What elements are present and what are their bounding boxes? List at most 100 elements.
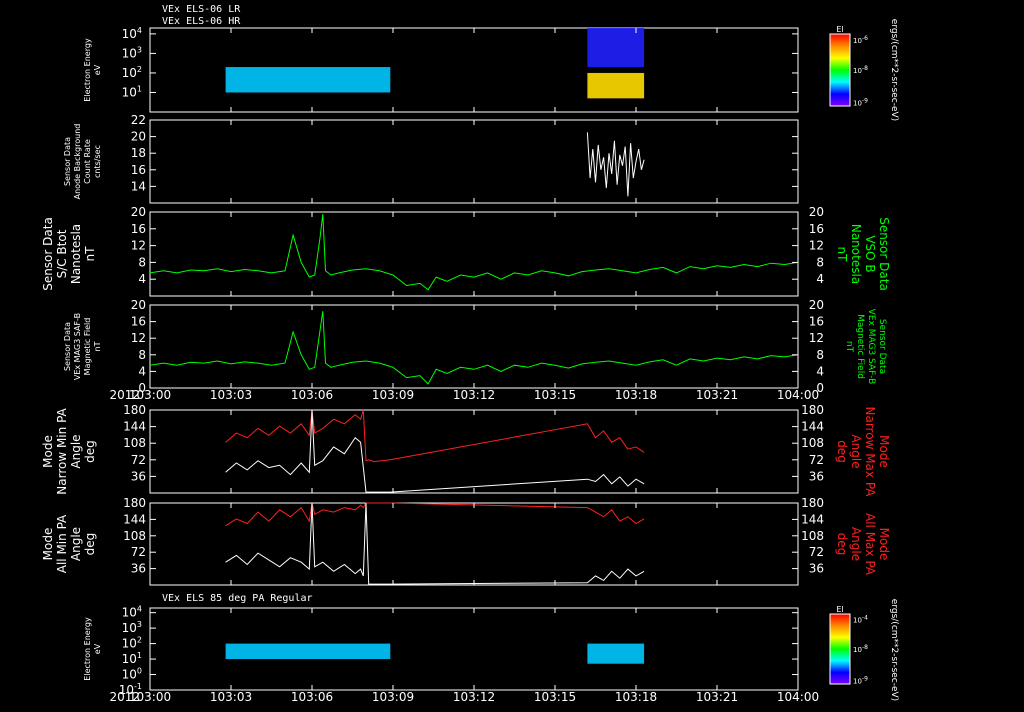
y-tick-label: 104 xyxy=(122,26,142,41)
panel-5: 36 3672 72108 108144 144180 180Mode Narrow Min… xyxy=(41,403,891,497)
time-tick-label: 103:09 xyxy=(372,690,414,704)
y-tick-label: 16 xyxy=(131,222,146,236)
y-axis-label-line: Mode xyxy=(41,435,55,468)
y-tick-label: 144 xyxy=(123,512,146,526)
figure-svg: VEx ELS-06 LR VEx ELS-06 HR VEx ELS 85 d… xyxy=(41,4,899,704)
y-axis-label-line: Anode Background xyxy=(73,124,82,200)
y-axis-label-line: Count Rate xyxy=(83,139,92,184)
colorbar-tick-label: 10-8 xyxy=(853,644,868,654)
panel-4: 0 04 48 812 1216 1620 20Sensor Data VEx MAG3 SA… xyxy=(63,298,887,395)
colorbar-tick-label: 10-9 xyxy=(853,676,868,686)
header-line-2: VEx ELS-06 HR xyxy=(162,16,241,27)
time-tick-label: 103:09 xyxy=(372,388,414,402)
y-tick-label: 103 xyxy=(122,45,142,60)
y-axis-label-line: Electron Energy xyxy=(83,38,92,102)
panel-frame xyxy=(149,304,799,389)
time-tick-label: 103:15 xyxy=(534,690,576,704)
spectrogram-block xyxy=(587,643,645,664)
y-axis-label-line: Angle xyxy=(69,434,83,468)
y-tick-label-right: 144 xyxy=(801,512,824,526)
right-axis-label-line: nT xyxy=(844,341,854,353)
right-axis-label-line: Nanotesla xyxy=(849,224,863,284)
y-tick-label: 18 xyxy=(131,146,146,160)
time-tick-label: 103:12 xyxy=(453,388,495,402)
colorbar-tick-label: 10-9 xyxy=(853,97,868,107)
colorbar-title: El xyxy=(836,605,843,614)
y-tick-label: 8 xyxy=(138,348,146,362)
right-axis-label-line: Sensor Data xyxy=(877,217,891,291)
colorbar-title: El xyxy=(836,25,843,34)
y-tick-label: 14 xyxy=(131,179,146,193)
y-tick-label: 4 xyxy=(138,364,146,378)
right-axis-label-line: Mode xyxy=(877,435,891,468)
y-tick-label: 4 xyxy=(138,272,146,286)
time-tick-label: 103:18 xyxy=(615,690,657,704)
y-tick-label-right: 108 xyxy=(801,529,824,543)
y-tick-label: 104 xyxy=(122,605,142,620)
y-axis-label-line: Angle xyxy=(69,527,83,561)
time-tick-label: 103:06 xyxy=(291,690,333,704)
colorbar-tick-label: 10-4 xyxy=(853,615,868,625)
time-tick-label: 104:00 xyxy=(777,690,819,704)
series-line-1 xyxy=(586,132,645,197)
y-tick-label: 20 xyxy=(131,205,146,219)
y-tick-label: 180 xyxy=(123,496,146,510)
time-tick-label: 103:21 xyxy=(696,690,738,704)
y-tick-label-right: 180 xyxy=(801,496,824,510)
y-tick-label: 108 xyxy=(123,529,146,543)
series-line-1 xyxy=(149,311,799,385)
right-axis-label-line: Narrow Max PA xyxy=(863,407,877,498)
time-tick-label: 103:21 xyxy=(696,388,738,402)
series-line-1 xyxy=(149,214,799,291)
y-tick-label-right: 8 xyxy=(816,255,824,269)
colorbar xyxy=(829,613,851,685)
right-axis-label-line: Angle xyxy=(849,527,863,561)
y-tick-label-right: 180 xyxy=(801,403,824,417)
y-tick-label: 16 xyxy=(131,315,146,329)
panel-7-title: VEx ELS 85 deg PA Regular xyxy=(162,593,313,604)
right-axis-label-line: Sensor Data xyxy=(877,319,887,374)
right-axis-label-line: Angle xyxy=(849,434,863,468)
y-tick-label: 20 xyxy=(131,298,146,312)
time-axis-7: 2012103:00 103:03 103:06 103:09 103:12 103:15… xyxy=(109,690,819,704)
y-tick-label-right: 8 xyxy=(816,348,824,362)
y-tick-label-right: 12 xyxy=(809,331,824,345)
y-tick-label: 72 xyxy=(131,453,146,467)
y-axis-label-line: deg xyxy=(83,440,97,463)
panel-2: 14 16 18 20 22 Sensor Data Anode Background Cou… xyxy=(63,113,799,204)
header-line-1: VEx ELS-06 LR xyxy=(162,4,241,15)
y-tick-label: 72 xyxy=(131,545,146,559)
panel-7: 10-1100101102103104Electron Energy eVEl10… xyxy=(83,599,899,701)
y-tick-label: 101 xyxy=(122,84,142,99)
right-axis-label-line: All Max PA xyxy=(863,513,877,576)
right-axis-label-line: nT xyxy=(835,247,849,263)
y-axis-label-line: S/C Btot xyxy=(55,229,69,278)
y-tick-label-right: 36 xyxy=(809,469,824,483)
y-tick-label-right: 4 xyxy=(816,272,824,286)
y-tick-label: 12 xyxy=(131,331,146,345)
spectrogram-block xyxy=(587,28,645,68)
y-tick-label: 8 xyxy=(138,255,146,269)
time-tick-label: 103:12 xyxy=(453,690,495,704)
colorbar-tick-label: 10-6 xyxy=(853,35,868,45)
panel-frame xyxy=(149,409,799,494)
y-tick-label-right: 16 xyxy=(809,222,824,236)
figure: VEx ELS-06 LR VEx ELS-06 HR VEx ELS 85 d… xyxy=(0,0,1024,708)
y-tick-label-right: 72 xyxy=(809,453,824,467)
series-line-2 xyxy=(225,409,645,493)
panel-frame xyxy=(149,211,799,297)
right-axis-label-line: deg xyxy=(835,440,849,463)
y-tick-label-right: 144 xyxy=(801,420,824,434)
series-line-1 xyxy=(225,409,645,463)
y-axis-label-line: Sensor Data xyxy=(63,322,72,371)
y-tick-label: 102 xyxy=(122,636,142,651)
y-tick-label-right: 72 xyxy=(809,545,824,559)
colorbar xyxy=(829,33,851,107)
y-axis-label-line: All Min PA xyxy=(55,514,69,573)
time-tick-label: 104:00 xyxy=(777,388,819,402)
y-axis-label-line: Mode xyxy=(41,528,55,561)
right-axis-label-line: VEx MAG3 SAF-B xyxy=(866,309,876,385)
right-axis-label-line: Mode xyxy=(877,528,891,561)
y-tick-label: 144 xyxy=(123,420,146,434)
y-tick-label-right: 20 xyxy=(809,298,824,312)
